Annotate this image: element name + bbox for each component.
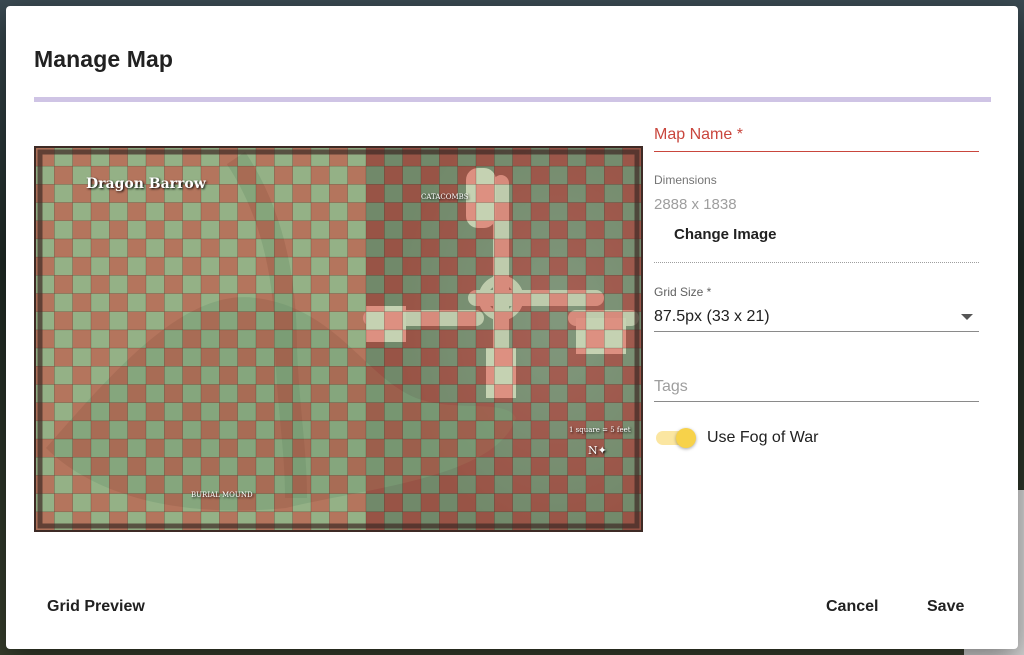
tags-placeholder: Tags [654,378,688,395]
save-button[interactable]: Save [927,598,964,616]
dimensions-value: 2888 x 1838 [654,196,737,213]
change-image-button[interactable]: Change Image [664,222,787,247]
map-name-field[interactable]: Map Name * [654,122,979,152]
progress-bar [34,97,991,102]
scale-label: 1 square = 5 feet [569,426,631,434]
compass-n-label: N [588,444,598,457]
compass-icon: N✦ [588,444,607,457]
map-name-label: Map Name * [654,126,743,143]
chevron-down-icon [961,314,973,320]
map-preview[interactable]: Dragon Barrow CATACOMBS BURIAL MOUND 1 s… [34,146,643,532]
grid-size-select[interactable]: 87.5px (33 x 21) [654,302,979,332]
cancel-button[interactable]: Cancel [826,598,878,616]
dialog-title: Manage Map [34,46,174,72]
toggle-thumb [676,428,696,448]
catacombs-label: CATACOMBS [421,193,469,201]
tags-input[interactable]: Tags [654,372,979,402]
grid-preview-button[interactable]: Grid Preview [47,598,145,616]
grid-size-value: 87.5px (33 x 21) [654,308,770,325]
fog-of-war-label: Use Fog of War [707,429,819,446]
progress-bar-fill [34,97,991,102]
dimensions-label: Dimensions [654,173,717,187]
fog-of-war-toggle[interactable] [654,428,696,448]
divider [654,262,979,263]
burial-mound-label: BURIAL MOUND [191,491,253,499]
map-image [36,148,641,530]
map-title-label: Dragon Barrow [86,176,206,192]
grid-size-label: Grid Size * [654,285,712,299]
